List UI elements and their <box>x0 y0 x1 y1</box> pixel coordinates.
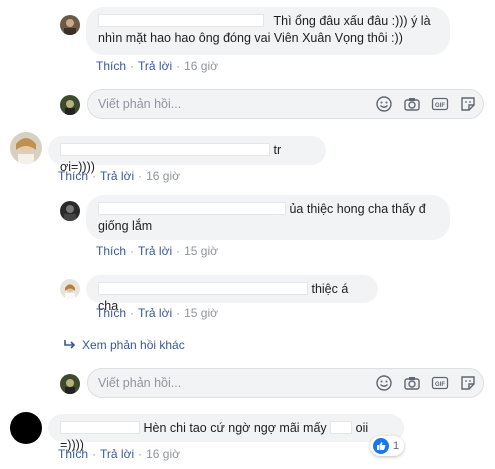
comment-bubble: thiệc á cha <box>86 275 378 313</box>
timestamp: 16 giờ <box>184 59 218 73</box>
comment-bubble: Hèn chi tao cứ ngờ ngợ mãi mấy oii =)))) <box>48 414 404 452</box>
reply-input[interactable]: Viết phản hồi... GIF <box>87 89 484 119</box>
avatar <box>60 95 80 115</box>
gif-icon[interactable]: GIF <box>431 374 449 392</box>
redacted-name <box>60 143 270 156</box>
svg-text:GIF: GIF <box>435 103 445 109</box>
reply-link[interactable]: Trả lời <box>100 169 134 183</box>
timestamp: 15 giờ <box>184 244 218 258</box>
emoji-icon[interactable] <box>375 374 393 392</box>
reply-link[interactable]: Trả lời <box>100 447 134 461</box>
timestamp: 16 giờ <box>146 169 180 183</box>
svg-text:GIF: GIF <box>435 382 445 388</box>
redacted-name <box>60 421 140 434</box>
more-replies-link[interactable]: Xem phản hồi khác <box>64 338 185 352</box>
avatar <box>60 374 80 394</box>
comment-bubble: ủa thiệc hong cha thấy đ giống lắm <box>86 195 450 240</box>
reply-link[interactable]: Trả lời <box>138 306 172 320</box>
sticker-icon[interactable] <box>459 95 477 113</box>
more-replies-label: Xem phản hồi khác <box>82 338 185 352</box>
comment-bubble: Thì ổng đâu xấu đâu :))) ý là nhìn mặt h… <box>86 7 450 55</box>
reply-placeholder: Viết phản hồi... <box>98 97 182 111</box>
camera-icon[interactable] <box>403 95 421 113</box>
reply-link[interactable]: Trả lời <box>138 244 172 258</box>
reply-arrow-icon <box>64 338 76 352</box>
comment-actions: Thích · Trả lời · 15 giờ <box>96 306 218 320</box>
comment-actions: Thích · Trả lời · 16 giờ <box>58 447 180 461</box>
comment-text: ủa thiệc hong cha thấy đ <box>289 202 426 216</box>
comment-text: giống lắm <box>98 219 153 233</box>
timestamp: 16 giờ <box>146 447 180 461</box>
like-link[interactable]: Thích <box>96 306 126 320</box>
comment-text: nhìn mặt hao hao ông đóng vai Viên Xuân … <box>98 31 403 45</box>
like-link[interactable]: Thích <box>58 169 88 183</box>
comment-text: Thì ổng đâu xấu đâu :))) ý là <box>273 14 431 28</box>
comment-actions: Thích · Trả lời · 16 giờ <box>58 169 180 183</box>
comment-actions: Thích · Trả lời · 15 giờ <box>96 244 218 258</box>
reaction-badge[interactable]: 1 <box>370 436 405 456</box>
comment-bubble: tr ơi=)))) <box>48 136 326 174</box>
avatar[interactable] <box>60 15 80 35</box>
redacted-name <box>98 14 264 27</box>
like-link[interactable]: Thích <box>96 59 126 73</box>
avatar[interactable] <box>60 279 80 299</box>
reply-input[interactable]: Viết phản hồi... GIF <box>87 368 484 398</box>
redacted-name <box>98 282 308 295</box>
redacted-text <box>330 421 353 434</box>
avatar[interactable] <box>10 132 42 164</box>
gif-icon[interactable]: GIF <box>431 95 449 113</box>
avatar[interactable] <box>60 201 80 221</box>
comment-text: Hèn chi tao cứ ngờ ngợ mãi mấy <box>143 421 327 435</box>
redacted-name <box>98 202 286 215</box>
avatar[interactable] <box>10 412 42 444</box>
like-link[interactable]: Thích <box>96 244 126 258</box>
timestamp: 15 giờ <box>184 306 218 320</box>
emoji-icon[interactable] <box>375 95 393 113</box>
sticker-icon[interactable] <box>459 374 477 392</box>
reply-placeholder: Viết phản hồi... <box>98 376 182 390</box>
reaction-count: 1 <box>393 440 400 452</box>
like-reaction-icon <box>373 438 389 454</box>
comment-actions: Thích · Trả lời · 16 giờ <box>96 59 218 73</box>
reply-link[interactable]: Trả lời <box>138 59 172 73</box>
camera-icon[interactable] <box>403 374 421 392</box>
like-link[interactable]: Thích <box>58 447 88 461</box>
